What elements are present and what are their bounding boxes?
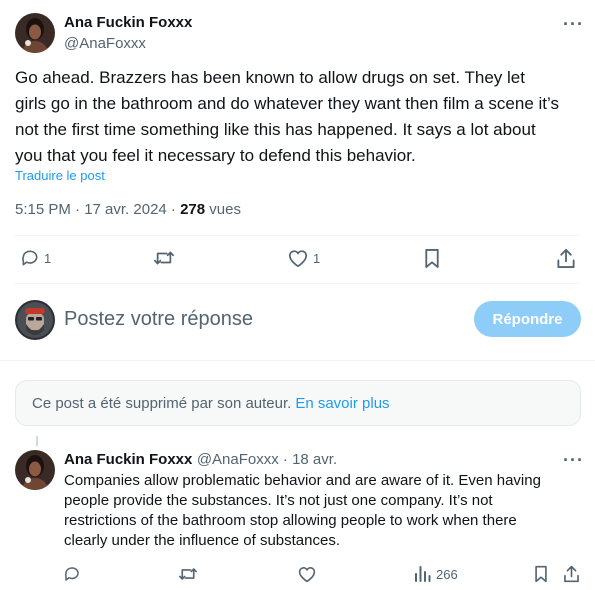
like-count: 1 [313,250,321,266]
reply-views-button[interactable]: 266 [414,565,458,583]
reply-date[interactable]: · 18 avr. [279,451,337,468]
deleted-notice-text: Ce post a été supprimé par son auteur. [32,394,292,412]
reply-header: Ana Fuckin Foxxx @AnaFoxxx · 18 avr. [64,451,337,469]
reply-more-icon[interactable]: ··· [563,451,584,469]
bookmark-icon [425,249,439,268]
reply-views-count: 266 [436,566,458,582]
more-icon[interactable]: ··· [563,15,584,33]
reply-repost-button[interactable] [178,565,198,583]
reply-icon [22,250,38,266]
views-label: vues [205,201,241,218]
deleted-post-notice: Ce post a été supprimé par son auteur. E… [15,380,581,426]
reply-author-avatar[interactable] [15,450,55,490]
repost-button[interactable] [153,248,175,268]
share-button[interactable] [556,248,576,269]
translate-link[interactable]: Traduire le post [15,168,105,183]
post-meta: 5:15 PM · 17 avr. 2024 · 278 vues [15,201,241,218]
like-button[interactable]: 1 [287,248,320,268]
learn-more-link[interactable]: En savoir plus [295,395,389,412]
views-icon [415,566,431,582]
share-icon [564,565,579,583]
reply-input[interactable]: Postez votre réponse [64,308,464,331]
reply-button[interactable]: 1 [20,248,51,268]
share-icon [557,249,575,268]
reply-count: 1 [44,250,52,266]
like-icon [288,250,308,268]
bookmark-button[interactable] [423,248,441,269]
reply-author-name[interactable]: Ana Fuckin Foxxx [64,451,192,468]
reply-share-button[interactable] [563,565,580,583]
reply-text: Companies allow problematic behavior and… [64,472,541,549]
bookmark-icon [535,565,547,583]
repost-icon [179,568,197,580]
post-text: Go ahead. Brazzers has been known to all… [15,68,559,165]
repost-icon [154,251,174,265]
author-handle[interactable]: @AnaFoxxx [64,35,146,52]
reply-bookmark-button[interactable] [533,565,549,583]
reply-like-button[interactable] [297,565,317,583]
user-avatar[interactable] [15,300,55,340]
reply-author-handle[interactable]: @AnaFoxxx [197,451,279,468]
reply-reply-button[interactable] [63,565,81,583]
author-name[interactable]: Ana Fuckin Foxxx [64,14,192,31]
thread-line [36,436,38,446]
post-timestamp[interactable]: 5:15 PM · 17 avr. 2024 · [15,201,180,218]
reply-icon [64,567,79,581]
views-count: 278 [180,201,206,218]
author-avatar[interactable] [15,13,55,53]
reply-submit-button[interactable]: Répondre [474,301,581,337]
like-icon [298,567,316,583]
